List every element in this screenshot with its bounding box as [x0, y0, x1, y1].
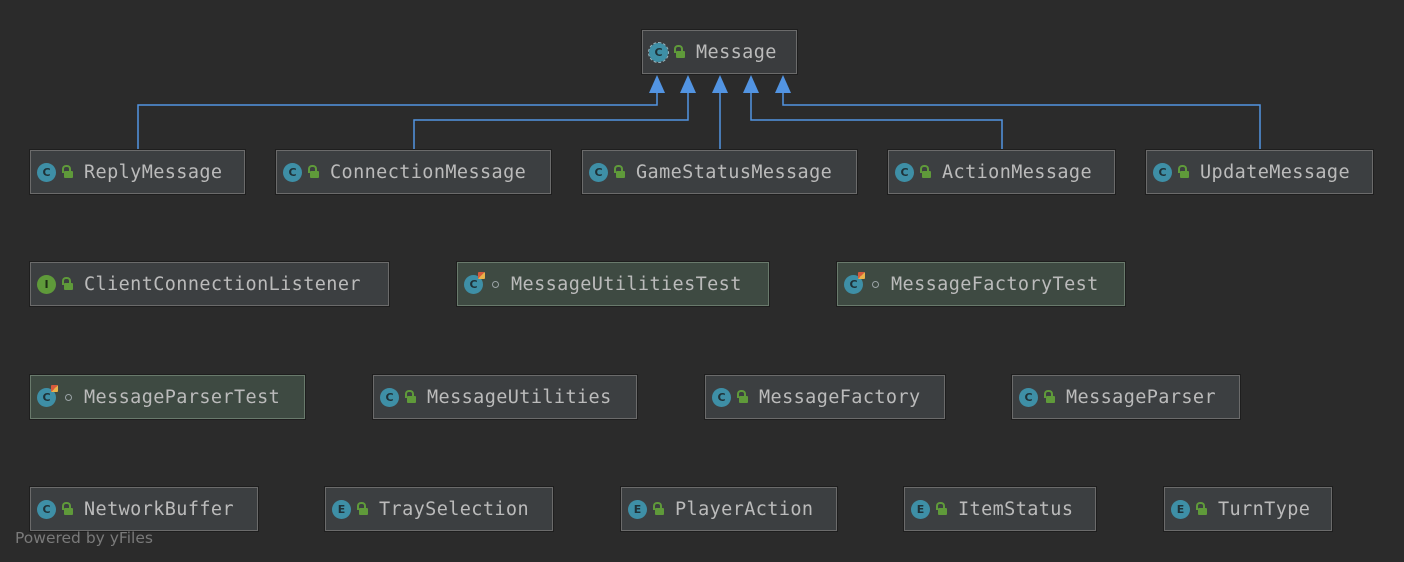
- interface-icon: I: [37, 274, 56, 294]
- enum-icon: E: [911, 499, 930, 519]
- test-class-icon: C: [37, 384, 58, 407]
- node-label: MessageUtilitiesTest: [511, 273, 742, 295]
- class-icon: C: [1153, 162, 1172, 182]
- public-lock-icon: [1044, 390, 1056, 404]
- node-connectionmessage[interactable]: C ConnectionMessage: [276, 150, 551, 194]
- node-gamestatusmessage[interactable]: C GameStatusMessage: [582, 150, 857, 194]
- edge-updatemessage-to-message: [782, 92, 1261, 150]
- node-label: Message: [696, 41, 777, 63]
- public-lock-icon: [737, 390, 749, 404]
- arrowhead-gamestatusmessage: [712, 75, 728, 93]
- node-message[interactable]: C Message: [642, 30, 797, 74]
- node-replymessage[interactable]: C ReplyMessage: [30, 150, 245, 194]
- package-private-icon: [62, 390, 74, 404]
- class-icon: C: [1019, 387, 1038, 407]
- abstract-class-icon: C: [648, 41, 669, 63]
- public-lock-icon: [674, 45, 686, 59]
- class-icon: C: [283, 162, 302, 182]
- edge-connectionmessage-to-message: [413, 92, 689, 150]
- node-label: MessageParserTest: [84, 386, 281, 408]
- class-icon: C: [380, 387, 399, 407]
- test-class-icon: C: [464, 271, 485, 294]
- node-label: GameStatusMessage: [636, 161, 833, 183]
- edge-replymessage-to-message: [137, 92, 658, 150]
- public-lock-icon: [405, 390, 417, 404]
- node-label: UpdateMessage: [1200, 161, 1350, 183]
- edge-actionmessage-to-message: [750, 92, 1003, 150]
- node-label: TraySelection: [379, 498, 529, 520]
- node-label: ClientConnectionListener: [84, 273, 361, 295]
- public-lock-icon: [1178, 165, 1190, 179]
- node-label: MessageFactory: [759, 386, 921, 408]
- public-lock-icon: [62, 277, 74, 291]
- node-clientconnectionlistener[interactable]: I ClientConnectionListener: [30, 262, 389, 306]
- public-lock-icon: [1196, 502, 1208, 516]
- node-label: PlayerAction: [675, 498, 814, 520]
- node-label: MessageParser: [1066, 386, 1216, 408]
- arrowhead-updatemessage: [775, 75, 791, 93]
- node-updatemessage[interactable]: C UpdateMessage: [1146, 150, 1373, 194]
- enum-icon: E: [1171, 499, 1190, 519]
- public-lock-icon: [653, 502, 665, 516]
- public-lock-icon: [62, 165, 74, 179]
- arrowhead-actionmessage: [743, 75, 759, 93]
- class-icon: C: [712, 387, 731, 407]
- arrowhead-connectionmessage: [680, 75, 696, 93]
- node-messagefactory[interactable]: C MessageFactory: [705, 375, 945, 419]
- node-label: MessageFactoryTest: [891, 273, 1099, 295]
- public-lock-icon: [62, 502, 74, 516]
- node-label: MessageUtilities: [427, 386, 612, 408]
- node-label: ReplyMessage: [84, 161, 223, 183]
- class-icon: C: [37, 162, 56, 182]
- yfiles-watermark: Powered by yFiles: [15, 529, 153, 547]
- class-icon: C: [37, 499, 56, 519]
- test-class-icon: C: [844, 271, 865, 294]
- node-itemstatus[interactable]: E ItemStatus: [904, 487, 1096, 531]
- public-lock-icon: [357, 502, 369, 516]
- enum-icon: E: [628, 499, 647, 519]
- package-private-icon: [869, 277, 881, 291]
- node-label: ItemStatus: [958, 498, 1074, 520]
- node-messagefactorytest[interactable]: C MessageFactoryTest: [837, 262, 1125, 306]
- node-messageutilitiestest[interactable]: C MessageUtilitiesTest: [457, 262, 769, 306]
- public-lock-icon: [614, 165, 626, 179]
- package-private-icon: [489, 277, 501, 291]
- public-lock-icon: [308, 165, 320, 179]
- class-icon: C: [895, 162, 914, 182]
- node-turntype[interactable]: E TurnType: [1164, 487, 1332, 531]
- node-label: ConnectionMessage: [330, 161, 527, 183]
- node-playeraction[interactable]: E PlayerAction: [621, 487, 837, 531]
- node-networkbuffer[interactable]: C NetworkBuffer: [30, 487, 258, 531]
- node-trayselection[interactable]: E TraySelection: [325, 487, 553, 531]
- node-label: NetworkBuffer: [84, 498, 234, 520]
- enum-icon: E: [332, 499, 351, 519]
- node-label: ActionMessage: [942, 161, 1092, 183]
- node-messageparser[interactable]: C MessageParser: [1012, 375, 1240, 419]
- public-lock-icon: [936, 502, 948, 516]
- node-messageutilities[interactable]: C MessageUtilities: [373, 375, 637, 419]
- public-lock-icon: [920, 165, 932, 179]
- node-messageparsertest[interactable]: C MessageParserTest: [30, 375, 305, 419]
- class-icon: C: [589, 162, 608, 182]
- node-label: TurnType: [1218, 498, 1311, 520]
- node-actionmessage[interactable]: C ActionMessage: [888, 150, 1115, 194]
- arrowhead-replymessage: [649, 75, 665, 93]
